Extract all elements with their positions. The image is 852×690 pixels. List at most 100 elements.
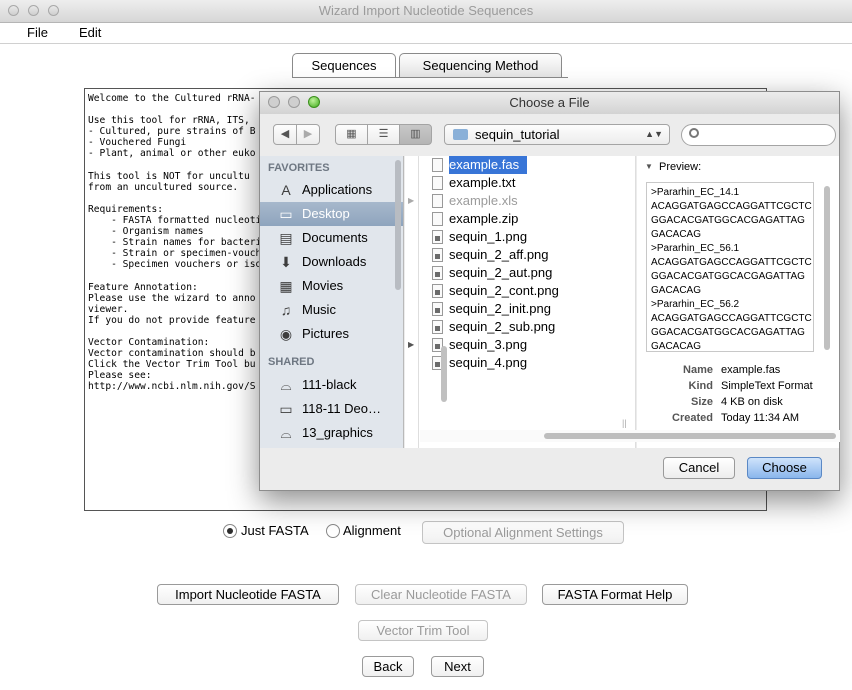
file-item[interactable]: example.txt: [432, 174, 515, 192]
fasta-format-help-button[interactable]: FASTA Format Help: [542, 584, 688, 605]
horizontal-scrollbar[interactable]: [544, 433, 836, 439]
back-button[interactable]: Back: [362, 656, 414, 677]
sidebar-favorite-item-label: Applications: [302, 182, 373, 197]
file-item[interactable]: sequin_2_sub.png: [432, 318, 555, 336]
column-arrow-icon: ▶: [408, 196, 415, 205]
menu-file[interactable]: File: [27, 25, 48, 40]
file-item: example.xls: [432, 192, 518, 210]
preview-line: >Pararhin_EC_56.2: [651, 299, 740, 310]
file-column-scrollbar[interactable]: [441, 346, 447, 402]
sidebar-shared-item[interactable]: ▭ 118-11 Deo…: [260, 397, 403, 421]
sidebar-favorite-item[interactable]: A Applications: [260, 178, 403, 202]
next-button[interactable]: Next: [431, 656, 484, 677]
preview-line: ACAGGATGAGCCAGGATTCGCTC: [651, 201, 812, 212]
file-item-label: sequin_2_aff.png: [449, 247, 549, 262]
folder-icon: [453, 129, 468, 140]
file-item[interactable]: sequin_2_init.png: [432, 300, 551, 318]
sidebar-favorite-item[interactable]: ⬇ Downloads: [260, 250, 403, 274]
dialog-minimize-button[interactable]: [288, 96, 300, 108]
file-item-label: example.zip: [449, 211, 519, 226]
location-popup[interactable]: sequin_tutorial ▲▼: [444, 124, 670, 145]
sidebar-shared-item[interactable]: ⌓ 111-black: [260, 373, 403, 397]
shared-header: SHARED: [268, 356, 315, 368]
menu-bar: File Edit: [0, 23, 852, 44]
dialog-title: Choose a File: [509, 95, 590, 110]
document-file-icon: [432, 158, 443, 172]
file-item[interactable]: sequin_2_aff.png: [432, 246, 549, 264]
column-arrow-icon: ▶: [408, 340, 415, 349]
sidebar-favorite-item-label: Desktop: [302, 206, 350, 221]
optional-alignment-settings-button[interactable]: Optional Alignment Settings: [422, 521, 624, 544]
file-item[interactable]: example.zip: [432, 210, 519, 228]
alignment-label: Alignment: [343, 523, 401, 538]
sidebar-shared-item-label: 111-black: [302, 377, 357, 392]
file-item-label: sequin_2_cont.png: [449, 283, 559, 298]
image-file-icon: [432, 284, 443, 298]
file-item-label: sequin_4.png: [449, 355, 528, 370]
choose-button[interactable]: Choose: [747, 457, 822, 479]
tab-sequencing-method-label: Sequencing Method: [422, 58, 539, 73]
sidebar-scrollbar[interactable]: [395, 160, 401, 290]
sidebar-favorite-item-icon: ▤: [279, 230, 293, 246]
forward-arrow-icon: ▶: [303, 128, 313, 140]
image-file-icon: [432, 230, 443, 244]
file-item[interactable]: example.fas: [432, 156, 528, 174]
list-view-button[interactable]: ☰: [367, 124, 400, 145]
file-item[interactable]: sequin_3.png: [432, 336, 527, 354]
file-item[interactable]: sequin_2_cont.png: [432, 282, 559, 300]
file-item-label: sequin_2_init.png: [449, 301, 551, 316]
sidebar-favorite-item[interactable]: ▭ Desktop: [260, 202, 403, 226]
preview-line: GGACACGATGGCACGAGATTAG: [651, 271, 805, 282]
just-fasta-radio[interactable]: [223, 524, 237, 538]
minimize-window-button[interactable]: [28, 5, 39, 16]
image-file-icon: [432, 248, 443, 262]
parent-column[interactable]: ▶ ▶: [405, 156, 419, 448]
sidebar-favorite-item[interactable]: ▦ Movies: [260, 274, 403, 298]
sidebar-shared-item-label: 118-11 Deo…: [302, 401, 382, 416]
sidebar-shared-item[interactable]: ⌓ 13_graphics: [260, 421, 403, 445]
preview-line: ACAGGATGAGCCAGGATTCGCTC: [651, 257, 812, 268]
preview-scrollbar[interactable]: [824, 186, 830, 350]
sidebar-favorite-item-label: Downloads: [302, 254, 367, 269]
disclosure-triangle-icon[interactable]: ▼: [645, 162, 653, 171]
forward-nav-button[interactable]: ▶: [296, 124, 320, 145]
favorites-header: FAVORITES: [268, 162, 330, 174]
menu-edit[interactable]: Edit: [79, 25, 101, 40]
file-item[interactable]: sequin_1.png: [432, 228, 527, 246]
sidebar-shared-item-label: 13_graphics: [302, 425, 373, 440]
meta-label: Kind: [688, 380, 713, 392]
sidebar-favorite-item[interactable]: ▤ Documents: [260, 226, 403, 250]
image-file-icon: [432, 320, 443, 334]
file-item[interactable]: sequin_4.png: [432, 354, 528, 372]
preview-line: GACACAG: [651, 285, 702, 296]
dialog-close-button[interactable]: [268, 96, 280, 108]
sidebar-favorite-item-icon: ▭: [279, 206, 293, 222]
back-nav-button[interactable]: ◀: [273, 124, 297, 145]
close-window-button[interactable]: [8, 5, 19, 16]
tab-sequences-label: Sequences: [311, 58, 377, 73]
tab-sequencing-method[interactable]: Sequencing Method: [399, 53, 562, 77]
tab-sequences[interactable]: Sequences: [292, 53, 396, 78]
file-item[interactable]: sequin_2_aut.png: [432, 264, 552, 282]
zoom-window-button[interactable]: [48, 5, 59, 16]
clear-nucleotide-fasta-button[interactable]: Clear Nucleotide FASTA: [355, 584, 527, 605]
alignment-radio[interactable]: [326, 524, 340, 538]
search-icon: [689, 128, 699, 138]
sidebar-favorite-item[interactable]: ♫ Music: [260, 298, 403, 322]
sidebar-favorite-item[interactable]: ◉ Pictures: [260, 322, 403, 346]
choose-file-dialog: Choose a File ◀ ▶ ▦ ☰ ▥ sequin_tutorial …: [259, 91, 840, 491]
vector-trim-tool-button[interactable]: Vector Trim Tool: [358, 620, 488, 641]
cancel-button[interactable]: Cancel: [663, 457, 735, 479]
dialog-zoom-button[interactable]: [308, 96, 320, 108]
import-nucleotide-fasta-button[interactable]: Import Nucleotide FASTA: [157, 584, 339, 605]
search-field[interactable]: [681, 124, 836, 146]
meta-value: SimpleText Format: [721, 380, 813, 392]
icon-view-button[interactable]: ▦: [335, 124, 368, 145]
preview-label: Preview:: [659, 161, 702, 173]
just-fasta-label: Just FASTA: [241, 523, 309, 538]
column-resize-icon[interactable]: ||: [622, 418, 627, 428]
meta-label: Name: [683, 364, 713, 376]
image-file-icon: [432, 302, 443, 316]
column-view-button[interactable]: ▥: [399, 124, 432, 145]
sidebar-favorite-item-label: Music: [302, 302, 336, 317]
